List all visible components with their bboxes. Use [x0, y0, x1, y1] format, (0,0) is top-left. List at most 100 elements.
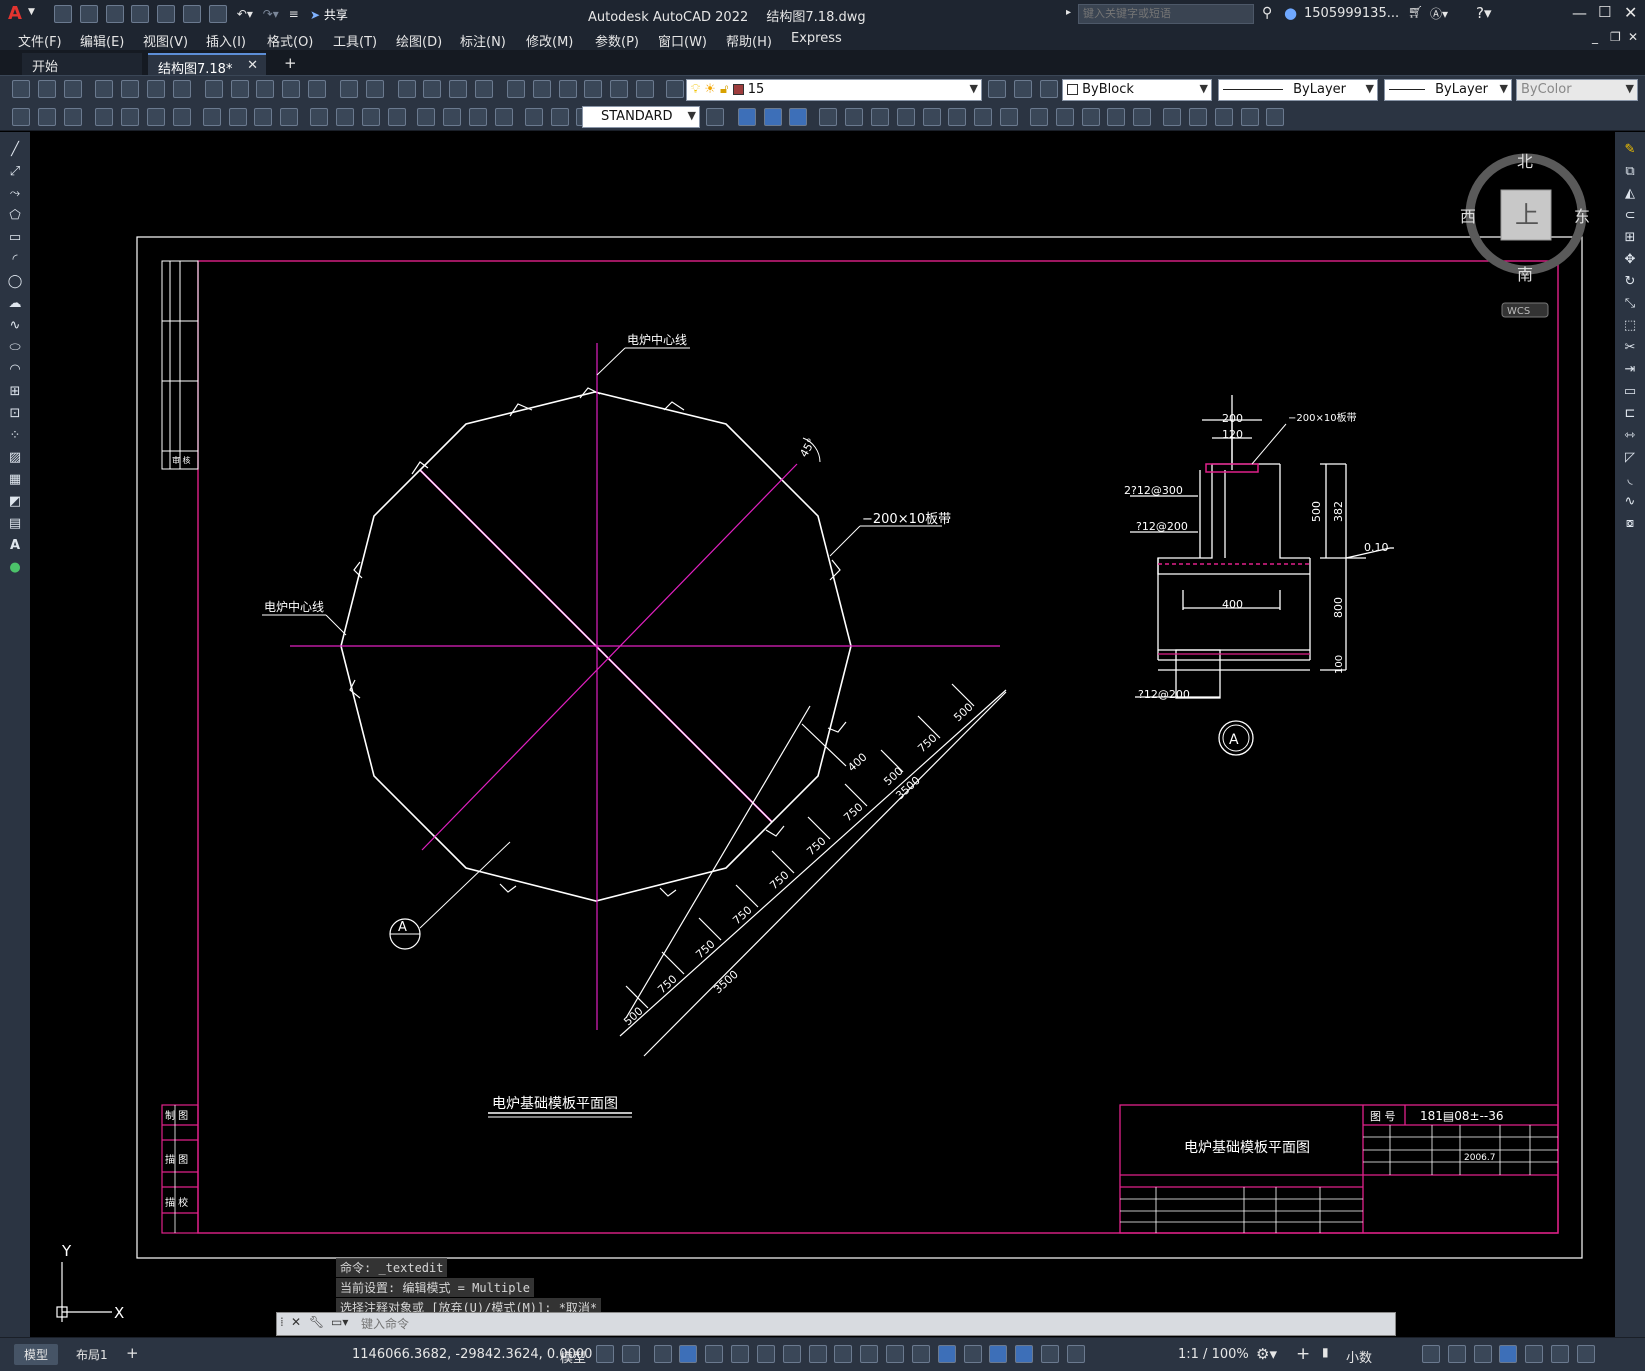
- close-icon[interactable]: ✕: [1624, 3, 1637, 22]
- design-center-icon[interactable]: [532, 80, 551, 98]
- command-recent-icon[interactable]: ▭▾: [331, 1315, 348, 1329]
- dynamic-input-icon[interactable]: [679, 1345, 698, 1363]
- array-side-icon[interactable]: ⊞: [1621, 228, 1639, 246]
- polyline-icon[interactable]: ⤳: [6, 184, 24, 202]
- dim-style-icon[interactable]: [706, 108, 724, 126]
- command-close-icon[interactable]: ✕: [291, 1315, 301, 1329]
- transparency-icon[interactable]: [860, 1345, 879, 1363]
- angular-dim-icon[interactable]: [280, 108, 299, 126]
- zoom-window-icon[interactable]: [449, 80, 468, 98]
- rotate-side-icon[interactable]: ↻: [1621, 272, 1639, 290]
- copy-icon[interactable]: [230, 80, 249, 98]
- menu-help[interactable]: 帮助(H): [726, 31, 772, 50]
- jogged-linear-icon[interactable]: [494, 108, 513, 126]
- block-create-icon[interactable]: [1188, 108, 1207, 126]
- stretch-icon[interactable]: [948, 108, 967, 126]
- continue-dim-icon[interactable]: [361, 108, 380, 126]
- print-preview-icon[interactable]: [121, 80, 140, 98]
- infer-constraints-icon[interactable]: [653, 1345, 672, 1363]
- minimize-icon[interactable]: —: [1572, 4, 1587, 22]
- annotation-scale-dropdown[interactable]: 1:1 / 100%: [1178, 1347, 1249, 1362]
- menu-dimension[interactable]: 标注(N): [460, 31, 506, 50]
- extend-side-icon[interactable]: ⇥: [1621, 360, 1639, 378]
- quick-dim-icon[interactable]: [310, 108, 329, 126]
- diameter-dim-icon[interactable]: [254, 108, 273, 126]
- mirror-icon[interactable]: [789, 108, 808, 126]
- menu-modify[interactable]: 修改(M): [526, 31, 573, 50]
- copy-side-icon[interactable]: ⧉: [1621, 162, 1639, 180]
- new-file-icon[interactable]: [12, 80, 30, 98]
- inspect-icon[interactable]: [469, 108, 488, 126]
- center-mark-icon[interactable]: [443, 108, 462, 126]
- attribute-icon[interactable]: [1240, 108, 1259, 126]
- insert-block-icon[interactable]: ⊞: [6, 382, 24, 400]
- move-icon[interactable]: [870, 108, 889, 126]
- scale-icon[interactable]: [922, 108, 941, 126]
- arc-icon[interactable]: ◜: [6, 250, 24, 268]
- doc-close-icon[interactable]: ✕: [1628, 30, 1638, 44]
- erase-side-icon[interactable]: ✎: [1621, 140, 1639, 158]
- help-tool-icon[interactable]: [665, 80, 684, 98]
- open-icon[interactable]: [79, 5, 98, 23]
- save-web-icon[interactable]: [183, 5, 202, 23]
- dim-space-icon[interactable]: [387, 108, 406, 126]
- make-current-layer-icon[interactable]: [988, 80, 1006, 98]
- table-icon[interactable]: ▤: [6, 514, 24, 532]
- blend-side-icon[interactable]: ∿: [1621, 492, 1639, 510]
- spline-icon[interactable]: ∿: [6, 316, 24, 334]
- menu-window[interactable]: 窗口(W): [658, 31, 707, 50]
- break-point-side-icon[interactable]: ▭: [1621, 382, 1639, 400]
- layer-match-icon[interactable]: [1013, 80, 1032, 98]
- save-as-icon[interactable]: [131, 5, 150, 23]
- units-icon[interactable]: ▮: [1322, 1345, 1329, 1359]
- calculator-icon[interactable]: [636, 80, 655, 98]
- redo-icon[interactable]: ↷▾: [263, 7, 279, 21]
- undo-icon[interactable]: ↶▾: [237, 7, 253, 21]
- app-logo[interactable]: A: [8, 3, 22, 24]
- quick-properties-icon[interactable]: [1422, 1345, 1440, 1363]
- qsave-icon[interactable]: [12, 108, 30, 126]
- text-style-dropdown[interactable]: STANDARD ▼: [582, 106, 700, 128]
- model-space-toggle[interactable]: 模型: [560, 1347, 586, 1366]
- construction-line-icon[interactable]: ⤢: [6, 162, 24, 180]
- chamfer-icon[interactable]: [1081, 108, 1100, 126]
- join-icon[interactable]: [1055, 108, 1074, 126]
- workspace-gear-icon[interactable]: ⚙▾: [1256, 1345, 1277, 1363]
- print-icon[interactable]: [95, 80, 114, 98]
- multiline-text-icon[interactable]: A: [6, 536, 24, 554]
- publish-icon[interactable]: [147, 80, 166, 98]
- layout-tab-1[interactable]: 布局1: [68, 1344, 116, 1365]
- command-customize-icon[interactable]: 🔧︎: [309, 1315, 324, 1329]
- wblock-icon[interactable]: [1266, 108, 1285, 126]
- linetype-dropdown[interactable]: ByLayer ▼: [1218, 79, 1378, 101]
- explode-side-icon[interactable]: ⧇: [1621, 514, 1639, 532]
- viewcube-south[interactable]: 南: [1517, 265, 1533, 284]
- 3d-print-icon[interactable]: [172, 80, 191, 98]
- join-side-icon[interactable]: ⇿: [1621, 426, 1639, 444]
- dim-edit-icon[interactable]: [524, 108, 543, 126]
- command-input[interactable]: [361, 1315, 1381, 1333]
- zoom-realtime-icon[interactable]: [423, 80, 442, 98]
- block-define-icon[interactable]: [1214, 108, 1233, 126]
- add-selected-icon[interactable]: ●: [6, 558, 24, 576]
- undo-tool-icon[interactable]: [339, 80, 358, 98]
- explode-icon[interactable]: [1133, 108, 1152, 126]
- point-icon[interactable]: ⁘: [6, 426, 24, 444]
- customization-icon[interactable]: [1551, 1345, 1570, 1363]
- block-insert-icon[interactable]: [1163, 108, 1182, 126]
- arc-length-dim-icon[interactable]: [147, 108, 166, 126]
- menu-tools[interactable]: 工具(T): [333, 31, 377, 50]
- ordinate-dim-icon[interactable]: [172, 108, 191, 126]
- fillet-side-icon[interactable]: ◟: [1621, 470, 1639, 488]
- open-file-icon[interactable]: [37, 80, 56, 98]
- drawing-canvas[interactable]: 审 核 制 图 描 图 描 校 电炉中心线 电炉中心线 45° −200×10板…: [30, 132, 1615, 1337]
- gradient-icon[interactable]: ▦: [6, 470, 24, 488]
- linear-dim-icon[interactable]: [95, 108, 114, 126]
- circle-icon[interactable]: ◯: [6, 272, 24, 290]
- tolerance-icon[interactable]: [417, 108, 436, 126]
- jogged-dim-icon[interactable]: [228, 108, 247, 126]
- trim-icon[interactable]: [974, 108, 993, 126]
- user-icon[interactable]: ●: [1284, 4, 1297, 22]
- object-snap-icon[interactable]: [808, 1345, 827, 1363]
- mirror-side-icon[interactable]: ◭: [1621, 184, 1639, 202]
